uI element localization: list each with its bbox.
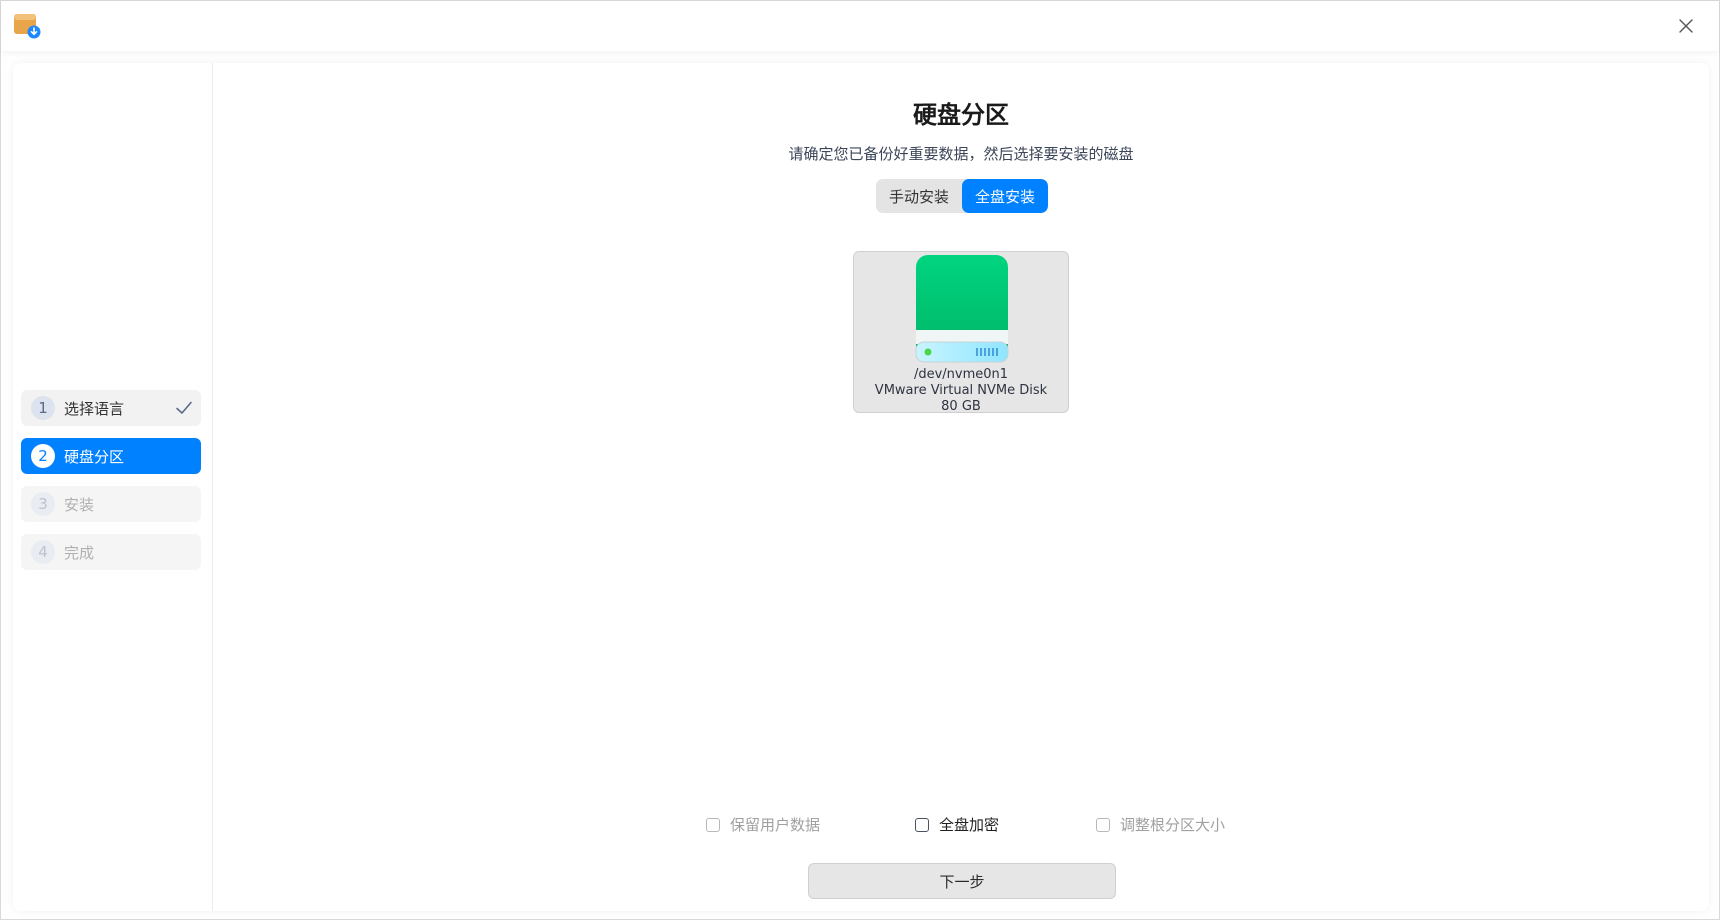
step-label: 选择语言	[64, 399, 125, 418]
step-number: 2	[31, 444, 55, 468]
checkbox	[706, 817, 720, 832]
step-finish: 4 完成	[21, 534, 201, 570]
disk-size: 80 GB	[941, 399, 981, 414]
checkmark-icon	[176, 401, 192, 414]
next-button[interactable]: 下一步	[808, 863, 1116, 899]
option-keep-user-data: 保留用户数据	[706, 814, 820, 835]
step-install: 3 安装	[21, 486, 201, 522]
titlebar	[1, 1, 1719, 51]
page-subtitle: 请确定您已备份好重要数据，然后选择要安装的磁盘	[788, 145, 1134, 163]
step-label: 完成	[64, 543, 95, 562]
step-label: 硬盘分区	[64, 447, 125, 466]
disk-card[interactable]: /dev/nvme0n1 VMware Virtual NVMe Disk 80…	[853, 251, 1069, 414]
step-number: 3	[31, 492, 55, 516]
installer-window: 1 选择语言 2 硬盘分区 3 安装 4 完成 硬盘分区 请确定您已备份好重要数…	[0, 0, 1720, 920]
tab-full-disk-install[interactable]: 全盘安装	[962, 179, 1048, 213]
option-label: 全盘加密	[939, 816, 1000, 834]
page-title: 硬盘分区	[913, 101, 1009, 129]
close-icon[interactable]	[1675, 15, 1697, 37]
install-options: 保留用户数据 全盘加密 调整根分区大小	[213, 814, 1709, 840]
installer-icon	[14, 14, 41, 39]
disk-model: VMware Virtual NVMe Disk	[874, 383, 1048, 398]
option-resize-root-partition: 调整根分区大小	[1096, 814, 1225, 835]
disk-device: /dev/nvme0n1	[913, 367, 1009, 382]
hard-drive-icon	[915, 255, 1009, 363]
checkbox	[1096, 817, 1110, 832]
tab-manual-install[interactable]: 手动安装	[876, 179, 962, 213]
option-label: 保留用户数据	[730, 816, 821, 834]
step-number: 1	[31, 396, 55, 420]
step-sidebar: 1 选择语言 2 硬盘分区 3 安装 4 完成	[13, 63, 213, 911]
install-mode-switch: 手动安装 全盘安装	[876, 179, 1048, 213]
main-panel: 硬盘分区 请确定您已备份好重要数据，然后选择要安装的磁盘 手动安装 全盘安装 /…	[213, 63, 1709, 911]
option-full-disk-encryption[interactable]: 全盘加密	[915, 814, 999, 835]
step-number: 4	[31, 540, 55, 564]
step-disk-partition[interactable]: 2 硬盘分区	[21, 438, 201, 474]
step-label: 安装	[64, 495, 95, 514]
option-label: 调整根分区大小	[1120, 816, 1226, 834]
step-select-language[interactable]: 1 选择语言	[21, 390, 201, 426]
content-panel: 1 选择语言 2 硬盘分区 3 安装 4 完成 硬盘分区 请确定您已备份好重要数…	[13, 63, 1709, 911]
checkbox[interactable]	[915, 817, 929, 832]
